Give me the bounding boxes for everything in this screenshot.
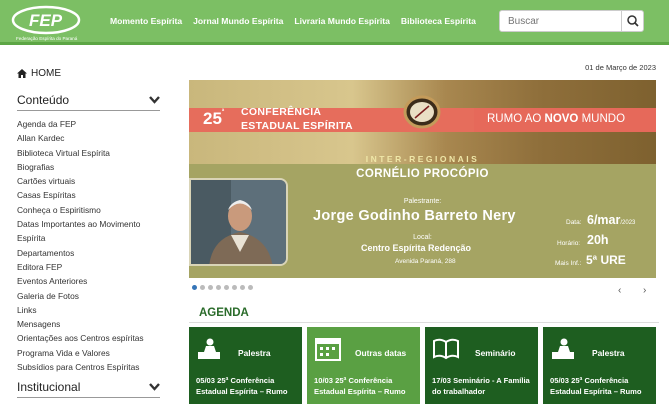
banner-slogan: RUMO AO NOVO MUNDO xyxy=(487,113,625,125)
menu-item[interactable]: Allan Kardec xyxy=(17,131,160,145)
chevron-down-icon xyxy=(149,383,160,392)
top-header: FEP Federação Espírita do Paraná Momento… xyxy=(0,0,669,45)
slogan-post: MUNDO xyxy=(578,113,626,125)
horario-label: Horário: xyxy=(557,240,581,247)
carousel-dot[interactable] xyxy=(232,285,237,290)
banner-edition: 25ª xyxy=(203,109,224,129)
menu-item[interactable]: Agenda da FEP xyxy=(17,117,160,131)
banner-inter-regionais: INTER-REGIONAIS xyxy=(365,154,480,164)
menu-item[interactable]: Programa Vida e Valores xyxy=(17,346,160,360)
fep-logo[interactable]: FEP Federação Espírita do Paraná xyxy=(10,4,90,42)
more-info-value: 5ª URE xyxy=(586,253,626,267)
event-date-value: 6/mar xyxy=(587,213,621,227)
mais-info-label: Mais Inf.: xyxy=(555,260,582,267)
sidebar: HOME Conteúdo Agenda da FEP Allan Kardec… xyxy=(17,62,160,399)
menu-item[interactable]: Editora FEP xyxy=(17,260,160,274)
speaker-name: Jorge Godinho Barreto Nery xyxy=(313,208,516,224)
agenda-card[interactable]: Outras datas 10/03 25ª Conferência Estad… xyxy=(307,327,420,404)
slogan-bold: NOVO xyxy=(544,113,579,125)
menu-item[interactable]: Departamentos xyxy=(17,246,160,260)
event-time: 20h xyxy=(587,233,609,247)
section-conteudo-label: Conteúdo xyxy=(17,93,70,107)
speaker-icon xyxy=(552,338,574,359)
menu-item[interactable]: Links xyxy=(17,303,160,317)
current-date: 01 de Março de 2023 xyxy=(585,63,656,72)
agenda-card[interactable]: Seminário 17/03 Seminário - A Família do… xyxy=(425,327,538,404)
section-institucional[interactable]: Institucional xyxy=(17,380,160,399)
agenda-title: AGENDA xyxy=(199,307,249,319)
event-date-year: /2023 xyxy=(620,220,636,226)
search-button[interactable] xyxy=(621,11,643,31)
nav-biblioteca-espirita[interactable]: Biblioteca Espírita xyxy=(401,16,476,26)
search-icon xyxy=(627,15,639,27)
speaker-icon xyxy=(198,338,220,359)
search-input[interactable] xyxy=(500,11,623,31)
nav-livraria-mundo-espirita[interactable]: Livraria Mundo Espírita xyxy=(294,16,390,26)
home-link[interactable]: HOME xyxy=(17,68,160,79)
book-icon xyxy=(433,338,459,360)
agenda-card-type: Palestra xyxy=(238,348,271,358)
slogan-pre: RUMO AO xyxy=(487,113,545,125)
banner-conf-line1: CONFERÊNCIA xyxy=(241,106,322,118)
data-label: Data: xyxy=(566,219,582,226)
speaker-photo xyxy=(189,178,288,266)
carousel-dots xyxy=(192,285,253,290)
agenda-card[interactable]: Palestra 05/03 25ª Conferência Estadual … xyxy=(189,327,302,404)
carousel-prev-button[interactable]: ‹ xyxy=(618,285,621,296)
section-institucional-label: Institucional xyxy=(17,380,81,395)
home-icon xyxy=(17,69,27,78)
banner-edition-number: 25 xyxy=(203,109,222,128)
menu-item[interactable]: Conheça o Espiritismo xyxy=(17,203,160,217)
menu-item[interactable]: Orientações aos Centros espíritas xyxy=(17,331,160,345)
venue-address: Avenida Paraná, 288 xyxy=(395,258,456,265)
carousel-dot[interactable] xyxy=(200,285,205,290)
event-banner[interactable]: 25ª CONFERÊNCIA ESTADUAL ESPÍRITA RUMO A… xyxy=(189,80,656,278)
carousel-dot[interactable] xyxy=(216,285,221,290)
search-box xyxy=(499,10,644,32)
event-date: 6/mar/2023 xyxy=(587,213,635,227)
nav-jornal-mundo-espirita[interactable]: Jornal Mundo Espírita xyxy=(193,16,283,26)
carousel-dot[interactable] xyxy=(248,285,253,290)
agenda-divider xyxy=(189,322,659,323)
menu-item[interactable]: Eventos Anteriores xyxy=(17,274,160,288)
chevron-down-icon xyxy=(149,96,160,104)
nav-momento-espirita[interactable]: Momento Espírita xyxy=(110,16,182,26)
main-nav: Momento Espírita Jornal Mundo Espírita L… xyxy=(110,16,487,26)
menu-item[interactable]: Subsídios para Centros Espíritas xyxy=(17,360,160,374)
calendar-icon xyxy=(315,338,341,361)
agenda-card-type: Outras datas xyxy=(355,348,407,358)
venue-name: Centro Espírita Redenção xyxy=(361,243,472,253)
content-menu: Agenda da FEP Allan Kardec Biblioteca Vi… xyxy=(17,117,160,374)
banner-edition-sup: ª xyxy=(221,109,225,115)
carousel-next-button[interactable]: › xyxy=(643,285,646,296)
menu-item[interactable]: Mensagens xyxy=(17,317,160,331)
svg-text:FEP: FEP xyxy=(29,11,63,30)
compass-icon xyxy=(403,95,441,129)
agenda-card-type: Seminário xyxy=(475,348,516,358)
menu-item[interactable]: Datas Importantes ao Movimento xyxy=(17,217,160,231)
menu-item[interactable]: Cartões virtuais xyxy=(17,174,160,188)
menu-item[interactable]: Casas Espíritas xyxy=(17,188,160,202)
palestrante-label: Palestrante: xyxy=(403,198,442,205)
banner-conf-line2: ESTADUAL ESPÍRITA xyxy=(241,120,353,132)
carousel-dot[interactable] xyxy=(224,285,229,290)
menu-item[interactable]: Espírita xyxy=(17,231,160,245)
agenda-card-text: 17/03 Seminário - A Família do trabalhad… xyxy=(432,376,530,396)
agenda-card-type: Palestra xyxy=(592,348,625,358)
carousel-dot[interactable] xyxy=(192,285,197,290)
carousel-dot[interactable] xyxy=(240,285,245,290)
menu-item[interactable]: Biblioteca Virtual Espírita xyxy=(17,146,160,160)
agenda-card-text: 05/03 25ª Conferência Estadual Espírita … xyxy=(550,376,642,396)
agenda-card-text: 05/03 25ª Conferência Estadual Espírita … xyxy=(196,376,288,396)
agenda-card-text: 10/03 25ª Conferência Estadual Espírita … xyxy=(314,376,406,396)
section-conteudo[interactable]: Conteúdo xyxy=(17,93,160,111)
home-label: HOME xyxy=(31,68,61,79)
carousel-dot[interactable] xyxy=(208,285,213,290)
svg-text:Federação Espírita do Paraná: Federação Espírita do Paraná xyxy=(16,36,78,41)
menu-item[interactable]: Biografias xyxy=(17,160,160,174)
menu-item[interactable]: Galeria de Fotos xyxy=(17,289,160,303)
local-label: Local: xyxy=(413,234,432,241)
agenda-card[interactable]: Palestra 05/03 25ª Conferência Estadual … xyxy=(543,327,656,404)
